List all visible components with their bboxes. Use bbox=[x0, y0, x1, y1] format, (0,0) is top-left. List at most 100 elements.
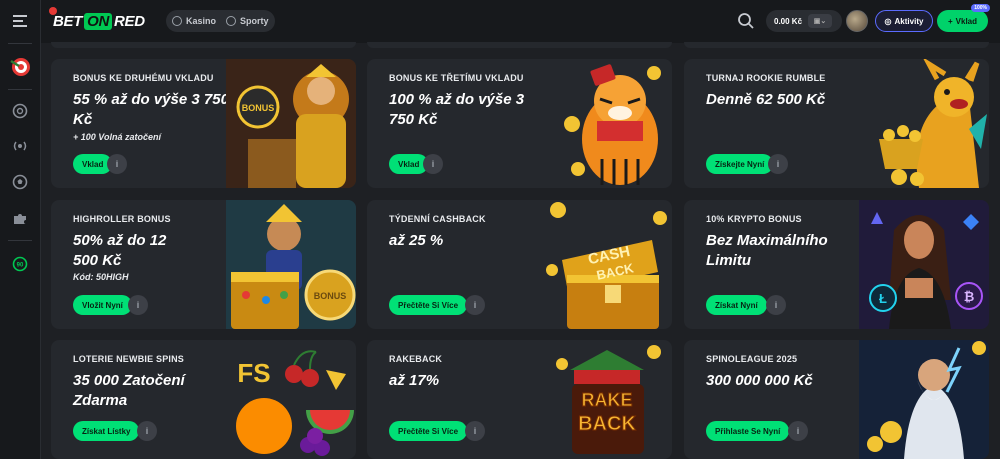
promo-headline: 55 % až do výše 3 750 Kč bbox=[73, 91, 229, 128]
nav-kasino[interactable]: Kasino bbox=[172, 16, 216, 26]
brand-logo[interactable]: BET ON RED bbox=[49, 7, 145, 32]
sidebar-divider bbox=[8, 43, 32, 44]
chevron-down-icon: ⌄ bbox=[820, 18, 827, 25]
deposit-label: Vklad bbox=[955, 16, 977, 26]
pharaoh-treasure-art: BONUS bbox=[226, 200, 356, 329]
promo-kicker: BONUS KE TŘETÍMU VKLADU bbox=[389, 73, 524, 83]
puzzle-icon[interactable] bbox=[6, 204, 34, 232]
target-icon[interactable] bbox=[6, 52, 34, 80]
nav-sporty[interactable]: Sporty bbox=[226, 16, 269, 26]
promo-kicker: LOTERIE NEWBIE SPINS bbox=[73, 354, 185, 364]
card-partial bbox=[51, 42, 356, 48]
info-icon[interactable]: i bbox=[107, 154, 127, 174]
ball-icon bbox=[226, 16, 237, 26]
sidebar: 90 bbox=[0, 0, 41, 459]
promo-kicker: HIGHROLLER BONUS bbox=[73, 214, 171, 224]
promo-headline: až 25 % bbox=[389, 232, 444, 249]
promo-kicker: SPINOLEAGUE 2025 bbox=[706, 354, 798, 364]
balance-value: 0.00 Kč bbox=[774, 16, 803, 26]
claim-cta-button[interactable]: Získat Nyní bbox=[706, 295, 767, 315]
logo-dot-icon bbox=[49, 7, 57, 15]
promo-kicker: TÝDENNÍ CASHBACK bbox=[389, 214, 486, 224]
promo-headline: 100 % až do výše 3 750 Kč bbox=[389, 91, 525, 128]
promo-kicker: TURNAJ ROOKIE RUMBLE bbox=[706, 73, 826, 83]
info-icon[interactable]: i bbox=[768, 154, 788, 174]
rakeback-art-text-bottom: BACK bbox=[578, 413, 636, 435]
rakeback-art-text-top: RAKE bbox=[581, 390, 632, 410]
product-switcher: Kasino Sporty bbox=[166, 10, 275, 32]
bonus-coin-text: BONUS bbox=[314, 291, 347, 301]
claim-cta-button[interactable]: Získejte Nyní bbox=[706, 154, 774, 174]
live-broadcast-icon[interactable] bbox=[6, 132, 34, 160]
promo-card-third-deposit[interactable]: BONUS KE TŘETÍMU VKLADU 100 % až do výše… bbox=[367, 59, 672, 188]
deposit-now-cta-button[interactable]: Vložit Nyní bbox=[73, 295, 132, 315]
promo-card-second-deposit[interactable]: BONUS KE DRUHÉMU VKLADU 55 % až do výše … bbox=[51, 59, 356, 188]
casino-chip-icon bbox=[172, 16, 182, 26]
promo-card-crypto-bonus[interactable]: 10% KRYPTO BONUS Bez Maximálního Limitu … bbox=[684, 200, 989, 329]
card-partial bbox=[367, 42, 672, 48]
search-icon[interactable] bbox=[737, 12, 755, 30]
litecoin-icon: Ł bbox=[879, 291, 887, 306]
card-partial bbox=[684, 42, 989, 48]
promo-code: Kód: 50HIGH bbox=[73, 272, 129, 282]
bitcoin-icon: ₿ bbox=[964, 289, 975, 304]
get-tickets-cta-button[interactable]: Získat Lístky bbox=[73, 421, 140, 441]
tiger-art bbox=[564, 64, 661, 185]
crypto-girl-art: Ł ₿ bbox=[859, 200, 989, 329]
read-more-cta-button[interactable]: Přečtěte Si Více bbox=[389, 421, 468, 441]
soccer-ball-icon[interactable] bbox=[6, 168, 34, 196]
info-icon[interactable]: i bbox=[128, 295, 148, 315]
sign-up-cta-button[interactable]: Přihlaste Se Nyní bbox=[706, 421, 790, 441]
info-icon[interactable]: i bbox=[788, 421, 808, 441]
promo-card-highroller[interactable]: HIGHROLLER BONUS 50% až do 12 500 Kč Kód… bbox=[51, 200, 356, 329]
ninety-minutes-icon[interactable]: 90 bbox=[6, 250, 34, 278]
gift-icon: ▣ bbox=[813, 18, 821, 25]
balance-display[interactable]: 0.00 Kč ▣ ⌄ bbox=[766, 10, 842, 32]
activity-button[interactable]: ◎ Aktivity bbox=[875, 10, 933, 32]
promo-headline: 35 000 Zatočení Zdarma bbox=[73, 372, 185, 409]
casino-chip-icon[interactable] bbox=[6, 97, 34, 125]
info-icon[interactable]: i bbox=[465, 295, 485, 315]
read-more-cta-button[interactable]: Přečtěte Si Více bbox=[389, 295, 468, 315]
sidebar-divider bbox=[8, 89, 32, 90]
warrior-bonus-art: BONUS bbox=[226, 59, 356, 188]
info-icon[interactable]: i bbox=[465, 421, 485, 441]
rakeback-art: RAKE BACK bbox=[556, 345, 661, 454]
nav-kasino-label: Kasino bbox=[186, 16, 217, 26]
promo-headline: až 17% bbox=[389, 372, 440, 389]
svg-text:90: 90 bbox=[17, 263, 24, 269]
promo-card-spinoleague[interactable]: SPINOLEAGUE 2025 300 000 000 Kč Přihlast… bbox=[684, 340, 989, 459]
promo-card-rakeback[interactable]: RAKEBACK až 17% Přečtěte Si Více i RAKE … bbox=[367, 340, 672, 459]
nav-sporty-label: Sporty bbox=[240, 16, 269, 26]
plus-icon: + bbox=[947, 16, 953, 26]
info-icon[interactable]: i bbox=[137, 421, 157, 441]
promo-card-newbie-spins[interactable]: LOTERIE NEWBIE SPINS 35 000 Zatočení Zda… bbox=[51, 340, 356, 459]
logo-text-bet: BET bbox=[53, 12, 83, 30]
deposit-button[interactable]: + Vklad 100% bbox=[937, 4, 990, 32]
fruit-spins-art: FS bbox=[236, 350, 354, 456]
top-bar: BET ON RED Kasino Sporty 0.00 Kč ▣ ⌄ ◎ Ak… bbox=[41, 0, 1000, 43]
avatar[interactable] bbox=[846, 10, 868, 32]
menu-icon[interactable] bbox=[6, 7, 34, 35]
promo-card-weekly-cashback[interactable]: TÝDENNÍ CASHBACK až 25 % Přečtěte Si Víc… bbox=[367, 200, 672, 329]
bonus-coin-text: BONUS bbox=[242, 103, 275, 113]
deposit-badge: 100% bbox=[971, 4, 990, 12]
logo-text-on: ON bbox=[84, 12, 113, 30]
activity-label: Aktivity bbox=[894, 16, 924, 26]
cashback-chest-art: CASH BACK bbox=[546, 202, 667, 329]
target-ring-icon: ◎ bbox=[884, 16, 892, 26]
info-icon[interactable]: i bbox=[766, 295, 786, 315]
free-spins-art-text: FS bbox=[237, 358, 270, 388]
promo-headline: 50% až do 12 500 Kč bbox=[73, 232, 167, 269]
promo-kicker: RAKEBACK bbox=[389, 354, 443, 364]
promo-headline: Bez Maximálního Limitu bbox=[706, 232, 828, 269]
promo-card-rookie-rumble[interactable]: TURNAJ ROOKIE RUMBLE Denně 62 500 Kč Zís… bbox=[684, 59, 989, 188]
info-icon[interactable]: i bbox=[423, 154, 443, 174]
wallet-dropdown[interactable]: ▣ ⌄ bbox=[808, 14, 833, 28]
sidebar-divider bbox=[8, 240, 32, 241]
logo-text-red: RED bbox=[114, 12, 145, 30]
dragon-art bbox=[879, 59, 987, 188]
promo-kicker: BONUS KE DRUHÉMU VKLADU bbox=[73, 73, 214, 83]
zeus-art bbox=[859, 340, 989, 459]
promo-subline: + 100 Volná zatočení bbox=[73, 132, 161, 142]
